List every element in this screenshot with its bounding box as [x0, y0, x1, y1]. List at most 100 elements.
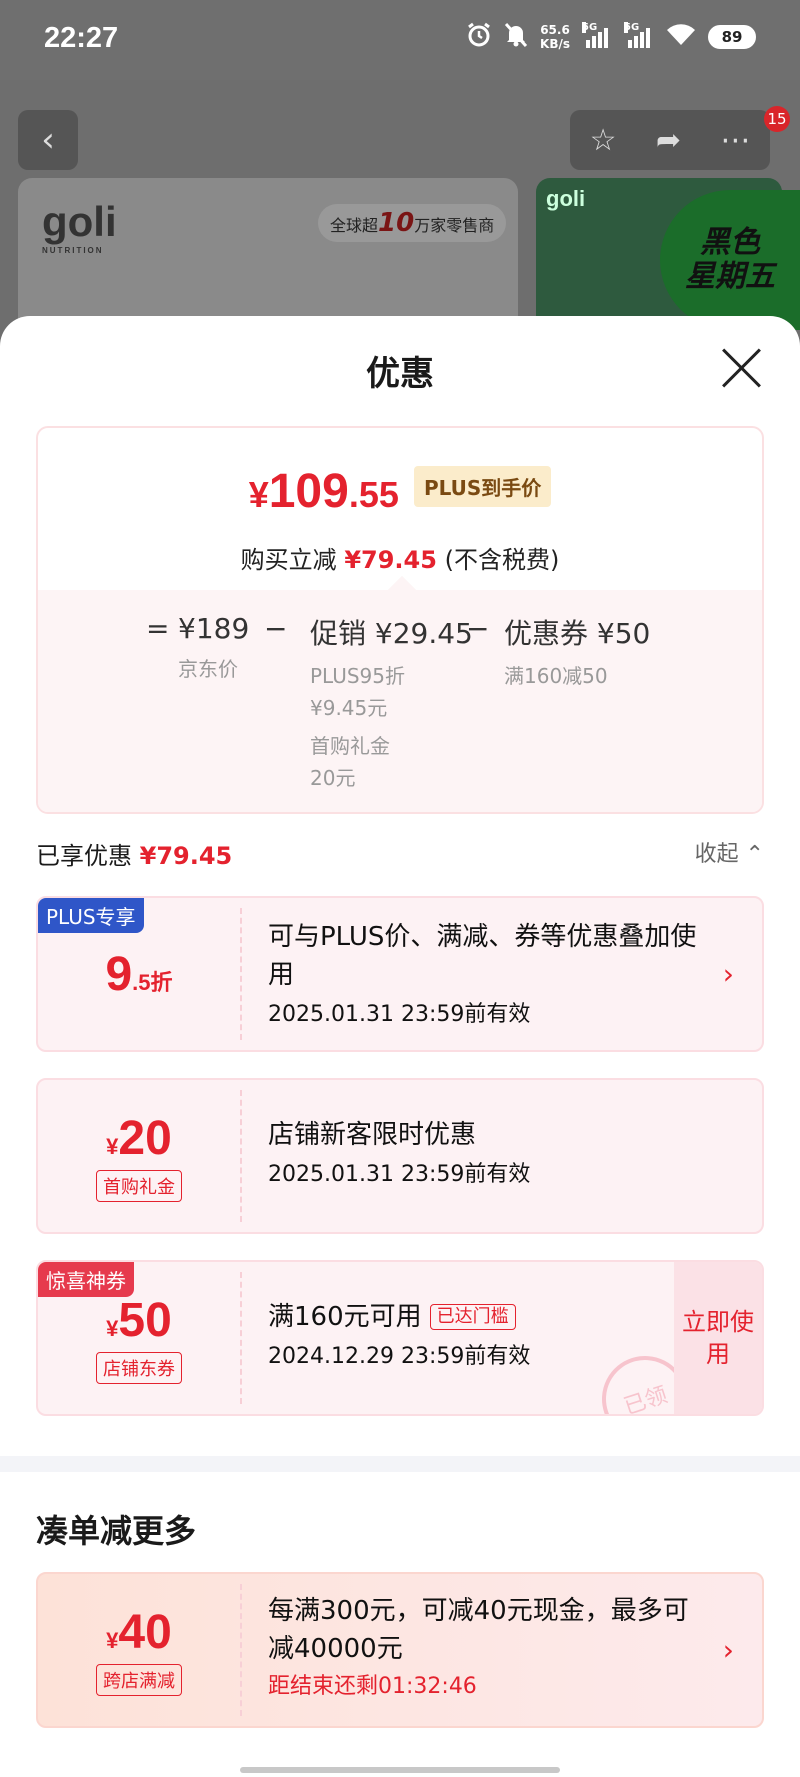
coupon-text: 满160元可用 已达门槛 2024.12.29 23:59前有效 — [268, 1298, 628, 1376]
enjoyed-amount: ¥79.45 — [139, 842, 233, 870]
price-integer: 109 — [268, 465, 349, 518]
coupon-type-tag: 店铺东券 — [96, 1351, 182, 1384]
coupon-detail: 满160减50 — [504, 664, 608, 688]
price-decimal: .55 — [348, 474, 399, 515]
net-speed-value: 65.6 — [540, 23, 570, 37]
final-price: ¥109.55 PLUS到手价 — [38, 464, 762, 519]
coupon-store[interactable]: 惊喜神券 ¥50 店铺东券 满160元可用 已达门槛 2024.12.29 23:… — [36, 1260, 764, 1416]
top-actions: ☆ ➦ ⋯ — [570, 110, 770, 170]
signal-icon-2: 5G — [624, 22, 654, 48]
brand-logo-2: goli — [546, 186, 586, 211]
coupon-divider — [240, 908, 242, 1040]
coupon-text: 每满300元，可减40元现金，最多可减40000元 距结束还剩01:32:46 — [268, 1592, 708, 1706]
chevron-right-icon[interactable]: › — [723, 958, 734, 991]
coupon-desc: 每满300元，可减40元现金，最多可减40000元 — [268, 1596, 689, 1664]
chevron-right-icon[interactable]: › — [723, 1634, 734, 1667]
status-icons: 65.6 KB/s 5G 5G 89 — [466, 22, 756, 52]
calc-minus-1: − — [264, 612, 288, 645]
promo-line-2: 星期五 — [685, 259, 775, 294]
coupon-plus[interactable]: PLUS专享 9.5折 可与PLUS价、满减、券等优惠叠加使用 2025.01.… — [36, 896, 764, 1052]
coupon-value: ¥20 首购礼金 — [38, 1080, 240, 1232]
battery-icon: 89 — [708, 25, 756, 49]
coupon-divider — [240, 1584, 242, 1716]
reduce-line: 购买立减 ¥79.45 (不含税费) — [38, 540, 762, 575]
close-icon[interactable] — [720, 346, 764, 390]
coupon-amount: ¥20 — [106, 1111, 172, 1166]
wifi-icon — [666, 23, 696, 51]
discount-int: 9 — [105, 947, 133, 1001]
slogan: 全球超10万家零售商 — [318, 204, 507, 242]
brand-logo: goli NUTRITION — [42, 198, 117, 255]
calc-eq: = — [146, 612, 170, 645]
coupon-value: ¥50 店铺东券 — [38, 1262, 240, 1414]
coupon-cross-store[interactable]: ¥40 跨店满减 每满300元，可减40元现金，最多可减40000元 距结束还剩… — [36, 1572, 764, 1728]
coupon-value: ¥40 跨店满减 — [38, 1574, 240, 1726]
coupon-block: 优惠券 ¥50 满160减50 — [504, 612, 650, 692]
currency-symbol: ¥ — [106, 1627, 119, 1653]
final-price-amount: ¥109.55 — [249, 465, 399, 518]
coupon-type-tag: 跨店满减 — [96, 1663, 182, 1696]
coupon-condition: 满160元可用 已达门槛 — [268, 1298, 628, 1336]
coupon-amount: ¥50 — [106, 1293, 172, 1348]
sheet-title: 优惠 — [366, 354, 434, 394]
coupon-validity: 2025.01.31 23:59前有效 — [268, 1002, 531, 1027]
network-speed: 65.6 KB/s — [540, 23, 570, 51]
coupon-amount: ¥40 — [106, 1605, 172, 1660]
brand-sub: NUTRITION — [42, 246, 104, 255]
message-badge: 15 — [764, 106, 790, 132]
currency-symbol: ¥ — [106, 1133, 119, 1159]
discount-sheet: 优惠 ¥109.55 PLUS到手价 购买立减 ¥79.45 (不含税费) = … — [0, 316, 800, 1777]
home-indicator[interactable] — [240, 1767, 560, 1773]
price-calculation: = ¥189 京东价 − 促销 ¥29.45 PLUS95折 ¥9.45元 首购… — [38, 590, 762, 812]
countdown-timer: 距结束还剩01:32:46 — [268, 1674, 477, 1699]
coupon-number: 20 — [118, 1111, 172, 1165]
price-breakdown: ¥109.55 PLUS到手价 购买立减 ¥79.45 (不含税费) = ¥18… — [36, 426, 764, 814]
mute-bell-icon — [504, 22, 528, 52]
share-icon[interactable]: ➦ — [656, 123, 681, 158]
coupon-desc: 店铺新客限时优惠 — [268, 1120, 477, 1150]
promo-detail-2: ¥9.45元 — [310, 696, 388, 720]
jd-price-label: 京东价 — [178, 657, 238, 681]
coupon-number: 50 — [118, 1293, 172, 1347]
jd-price-block: ¥189 京东价 — [178, 612, 249, 685]
coupon-amount: 优惠券 ¥50 — [504, 617, 651, 650]
promo-detail-4: 20元 — [310, 766, 356, 790]
plus-price-tag: PLUS到手价 — [413, 466, 552, 507]
reduce-amount: ¥79.45 — [344, 546, 437, 574]
enjoyed-label: 已享优惠 — [36, 842, 132, 870]
signal-type-2: 5G — [624, 22, 640, 33]
slogan-number: 10 — [378, 208, 415, 238]
net-speed-unit: KB/s — [540, 37, 570, 51]
coupon-value: 9.5折 — [38, 898, 240, 1050]
slogan-suffix: 万家零售商 — [414, 216, 495, 235]
currency-symbol: ¥ — [248, 474, 269, 515]
coupon-type-tag: 首购礼金 — [96, 1169, 182, 1202]
signal-icon: 5G — [582, 22, 612, 48]
status-bar: 22:27 65.6 KB/s 5G 5G 89 — [0, 0, 800, 80]
promo-details: PLUS95折 ¥9.45元 首购礼金 20元 — [310, 660, 473, 794]
currency-symbol: ¥ — [106, 1315, 119, 1341]
alarm-icon — [466, 22, 492, 52]
discount-dec: .5折 — [132, 969, 173, 995]
jd-price: ¥189 — [178, 612, 250, 645]
black-friday-badge: 黑色 星期五 — [660, 190, 800, 330]
use-now-button[interactable]: 立即使用 — [674, 1262, 762, 1414]
discount-rate: 9.5折 — [105, 947, 172, 1002]
coupon-text: 店铺新客限时优惠 2025.01.31 23:59前有效 — [268, 1116, 708, 1194]
coupon-validity: 2024.12.29 23:59前有效 — [268, 1344, 531, 1369]
collapse-button[interactable]: 收起 ⌃ — [695, 836, 764, 868]
coupon-first-purchase[interactable]: ¥20 首购礼金 店铺新客限时优惠 2025.01.31 23:59前有效 — [36, 1078, 764, 1234]
section-separator — [0, 1456, 800, 1472]
chevron-left-icon: ‹ — [41, 120, 55, 160]
final-price-section: ¥109.55 PLUS到手价 购买立减 ¥79.45 (不含税费) — [38, 428, 762, 590]
coupon-validity: 2025.01.31 23:59前有效 — [268, 1162, 531, 1187]
more-icon[interactable]: ⋯ — [720, 123, 750, 158]
brand-name: goli — [42, 198, 117, 245]
promo-block: 促销 ¥29.45 PLUS95折 ¥9.45元 首购礼金 20元 — [310, 612, 473, 794]
back-button[interactable]: ‹ — [18, 110, 78, 170]
star-icon[interactable]: ☆ — [590, 123, 617, 158]
calc-minus-2: − — [466, 612, 490, 645]
promo-amount: 促销 ¥29.45 — [310, 617, 473, 650]
reduce-label: 购买立减 — [240, 546, 337, 574]
coupon-desc: 可与PLUS价、满减、券等优惠叠加使用 — [268, 922, 697, 990]
